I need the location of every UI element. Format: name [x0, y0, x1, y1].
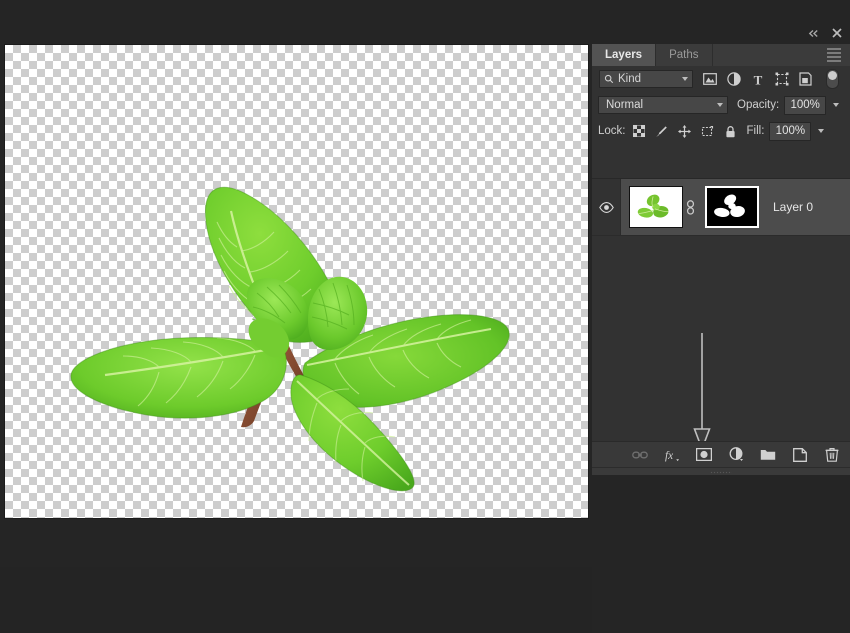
- layers-panel-body: Kind: [592, 66, 850, 409]
- lock-position-icon[interactable]: [678, 124, 692, 138]
- annotation-arrow-icon: [687, 331, 717, 451]
- hamburger-menu-icon[interactable]: [827, 46, 841, 65]
- layer-name-label: Layer 0: [773, 200, 813, 214]
- chevron-down-icon: [717, 103, 723, 107]
- lock-transparent-pixels-icon[interactable]: [632, 124, 646, 138]
- lock-image-pixels-icon[interactable]: [655, 124, 669, 138]
- opacity-value: 100%: [790, 99, 819, 111]
- table-row[interactable]: Layer 0: [592, 179, 850, 236]
- pixel-layer-filter-icon[interactable]: [702, 72, 717, 87]
- fill-value: 100%: [776, 125, 805, 137]
- filter-kind-label: Kind: [618, 73, 682, 85]
- opacity-label: Opacity:: [737, 99, 779, 111]
- layer-thumbnail[interactable]: [629, 186, 683, 228]
- lock-all-icon[interactable]: [724, 124, 738, 138]
- svg-text:T: T: [753, 73, 762, 86]
- svg-text:fx: fx: [665, 450, 673, 462]
- magnifier-icon: [604, 74, 614, 84]
- filter-type-icons: T: [702, 69, 839, 89]
- lock-artboard-nesting-icon[interactable]: [701, 124, 715, 138]
- smart-object-filter-icon[interactable]: [798, 72, 813, 87]
- fill-input[interactable]: 100%: [769, 122, 811, 141]
- layer-style-fx-button[interactable]: fx: [664, 447, 680, 463]
- layer-visibility-toggle[interactable]: [592, 179, 621, 235]
- panel-title-strip: [592, 0, 850, 44]
- new-adjustment-layer-button[interactable]: [728, 447, 744, 463]
- tab-bar-filler: [713, 44, 850, 66]
- new-group-button[interactable]: [760, 447, 776, 463]
- blend-mode-row: Normal Opacity: 100%: [592, 92, 850, 118]
- blend-mode-value: Normal: [606, 99, 717, 111]
- lock-buttons: [632, 124, 738, 138]
- chevron-down-icon: [818, 129, 824, 133]
- layers-panel: Layers Paths Kind: [592, 0, 850, 567]
- canvas-area[interactable]: [0, 0, 592, 567]
- layer-mask-thumbnail[interactable]: [705, 186, 759, 228]
- shape-layer-filter-icon[interactable]: [774, 72, 789, 87]
- eye-icon: [599, 202, 614, 213]
- close-icon[interactable]: [830, 26, 844, 40]
- chevron-down-icon: [833, 103, 839, 107]
- filter-kind-select[interactable]: Kind: [599, 70, 693, 88]
- delete-layer-button[interactable]: [824, 447, 840, 463]
- link-layers-button[interactable]: [632, 447, 648, 463]
- adjustment-layer-filter-icon[interactable]: [726, 72, 741, 87]
- grip-dots: [710, 471, 732, 474]
- link-chain-icon[interactable]: [683, 200, 697, 215]
- lock-row: Lock:: [592, 118, 850, 144]
- tab-paths[interactable]: Paths: [656, 44, 712, 66]
- lock-label: Lock:: [598, 125, 626, 137]
- chevron-down-icon: [682, 77, 688, 81]
- mask-shapes: [707, 188, 757, 226]
- mint-leaves-thumbnail: [630, 187, 682, 227]
- layer-list[interactable]: Layer 0: [592, 179, 850, 441]
- filter-enable-toggle[interactable]: [826, 69, 839, 89]
- layer-filter-row: Kind: [592, 66, 850, 92]
- opacity-stepper[interactable]: [829, 97, 843, 114]
- fill-label: Fill:: [747, 125, 765, 137]
- tab-paths-label: Paths: [669, 49, 698, 61]
- opacity-input[interactable]: 100%: [784, 96, 826, 115]
- collapse-to-icons-button[interactable]: [806, 26, 820, 40]
- panel-window-controls: [806, 26, 844, 40]
- photoshop-window: Layers Paths Kind: [0, 0, 850, 567]
- layers-panel-toolbar: fx: [592, 441, 850, 467]
- fill-stepper[interactable]: [814, 123, 828, 140]
- type-layer-filter-icon[interactable]: T: [750, 72, 765, 87]
- new-layer-button[interactable]: [792, 447, 808, 463]
- panel-empty-area: [592, 475, 850, 633]
- document-canvas[interactable]: [5, 45, 588, 518]
- mint-leaves-image: [5, 45, 588, 518]
- panel-tab-bar: Layers Paths: [592, 44, 850, 66]
- add-layer-mask-button[interactable]: [696, 447, 712, 463]
- tab-layers-label: Layers: [605, 49, 642, 61]
- tab-layers[interactable]: Layers: [592, 44, 656, 66]
- blend-mode-select[interactable]: Normal: [598, 96, 728, 114]
